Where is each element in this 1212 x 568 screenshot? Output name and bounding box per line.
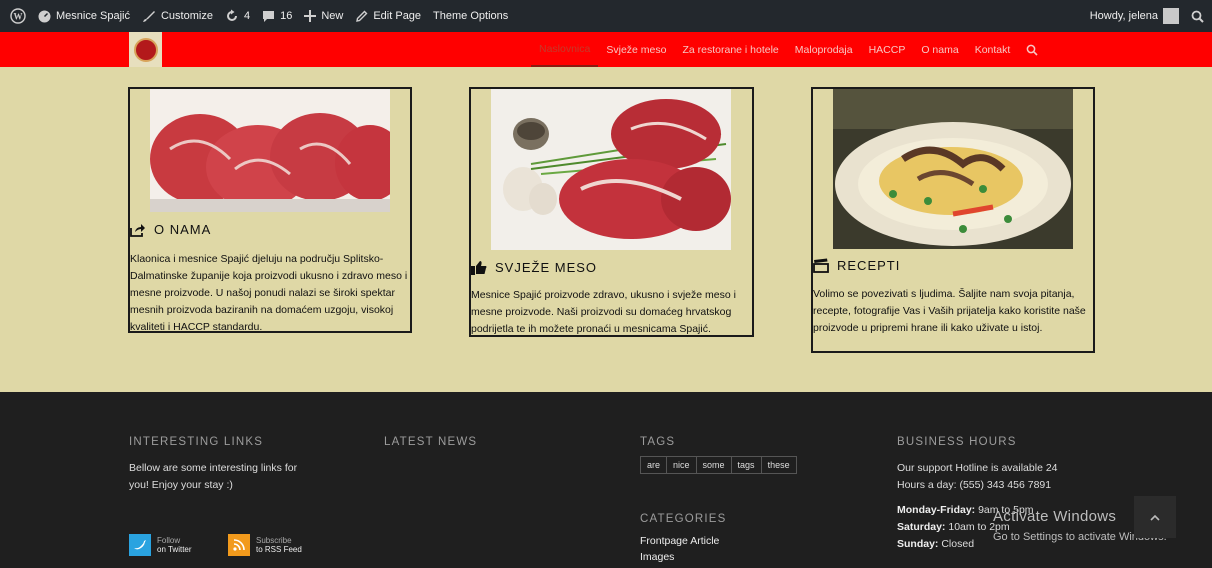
tag-link[interactable]: these — [760, 456, 797, 474]
card-title-row: O NAMA — [130, 222, 211, 237]
twitter-label-bottom: on Twitter — [157, 545, 192, 554]
card-title: RECEPTI — [837, 258, 901, 273]
hours-label: Saturday: — [897, 521, 946, 533]
footer-interesting-text: Bellow are some interesting links for yo… — [129, 462, 298, 491]
tag-link[interactable]: are — [640, 456, 668, 474]
rss-label-top: Subscribe — [256, 536, 292, 545]
main-nav: Naslovnica Svježe meso Za restorane i ho… — [531, 32, 1046, 67]
twitter-follow-link[interactable]: Follow on Twitter — [129, 534, 192, 556]
footer: INTERESTING LINKS Bellow are some intere… — [0, 392, 1212, 568]
card-o-nama: O NAMA Klaonica i mesnice Spajić djeluju… — [128, 87, 412, 333]
footer-heading: BUSINESS HOURS — [897, 436, 1017, 448]
card-recepti: RECEPTI Volimo se povezivati s ljudima. … — [811, 87, 1095, 353]
site-logo[interactable] — [129, 32, 162, 67]
card-title-row: RECEPTI — [813, 258, 900, 273]
recipe-dish-image — [833, 89, 1073, 249]
footer-heading: LATEST NEWS — [384, 436, 478, 448]
fresh-meat-image — [491, 89, 731, 250]
footer-heading: CATEGORIES — [640, 513, 727, 525]
category-link[interactable]: Images — [640, 549, 727, 565]
clapperboard-icon — [813, 258, 829, 273]
comment-icon — [263, 10, 275, 22]
nav-item-maloprodaja[interactable]: Maloprodaja — [787, 32, 861, 67]
pencil-icon — [356, 10, 368, 22]
dashboard-icon — [38, 10, 51, 22]
tag-link[interactable]: some — [695, 456, 732, 474]
account-menu[interactable]: Howdy, jelena — [1084, 0, 1185, 32]
howdy-label: Howdy, jelena — [1089, 10, 1158, 22]
brush-icon — [142, 11, 155, 22]
nav-item-naslovnica[interactable]: Naslovnica — [531, 32, 599, 67]
hotline-text: Our support Hotline is available 24 Hour… — [897, 462, 1058, 491]
comments-button[interactable]: 16 — [256, 0, 298, 32]
card-title: O NAMA — [154, 222, 212, 237]
card-title: SVJEŽE MESO — [495, 260, 598, 275]
admin-bar: W Mesnice Spajić Customize 4 16 New Edit… — [0, 0, 1212, 32]
edit-page-label: Edit Page — [373, 10, 422, 22]
admin-search-icon[interactable] — [1185, 0, 1212, 32]
card-text: Klaonica i mesnice Spajić djeluju na pod… — [130, 253, 408, 333]
footer-heading: INTERESTING LINKS — [129, 436, 264, 448]
edit-page-button[interactable]: Edit Page — [349, 0, 427, 32]
updates-button[interactable]: 4 — [219, 0, 256, 32]
share-arrow-icon — [130, 223, 145, 237]
content-area: O NAMA Klaonica i mesnice Spajić djeluju… — [0, 67, 1212, 392]
card-svjeze-meso: SVJEŽE MESO Mesnice Spajić proizvode zdr… — [469, 87, 754, 337]
hours-value: Closed — [941, 538, 975, 550]
refresh-icon — [226, 9, 237, 21]
theme-options-label: Theme Options — [433, 10, 509, 22]
rss-subscribe-link[interactable]: Subscribe to RSS Feed — [228, 534, 302, 556]
nav-item-kontakt[interactable]: Kontakt — [967, 32, 1019, 67]
footer-interesting-links: INTERESTING LINKS Bellow are some intere… — [129, 436, 329, 494]
site-name-menu[interactable]: Mesnice Spajić — [32, 0, 136, 32]
footer-heading: TAGS — [640, 436, 676, 448]
footer-latest-news: LATEST NEWS — [384, 436, 477, 448]
site-name: Mesnice Spajić — [56, 10, 130, 22]
customize-label: Customize — [160, 10, 213, 22]
tag-link[interactable]: tags — [730, 456, 762, 474]
rss-label-bottom: to RSS Feed — [256, 545, 302, 554]
twitter-label-top: Follow — [157, 536, 181, 545]
avatar — [1163, 8, 1179, 24]
thumbs-up-icon — [471, 261, 487, 275]
hours-label: Sunday: — [897, 538, 939, 550]
footer-categories: CATEGORIES Frontpage Article Images — [640, 513, 727, 565]
rss-icon — [228, 534, 250, 556]
tag-link[interactable]: nice — [666, 456, 697, 474]
card-text: Volimo se povezivati s ljudima. Šaljite … — [813, 288, 1086, 334]
customize-button[interactable]: Customize — [136, 0, 219, 32]
nav-search-icon[interactable] — [1018, 32, 1046, 67]
scroll-to-top-button[interactable] — [1134, 496, 1176, 538]
nav-item-o-nama[interactable]: O nama — [913, 32, 966, 67]
card-text: Mesnice Spajić proizvode zdravo, ukusno … — [471, 289, 736, 335]
chevron-up-icon — [1150, 514, 1160, 521]
wordpress-logo-icon[interactable]: W — [0, 0, 32, 32]
tag-cloud: are nice some tags these — [640, 456, 797, 474]
theme-options-button[interactable]: Theme Options — [427, 0, 514, 32]
raw-steaks-image — [150, 89, 390, 212]
comments-count: 16 — [280, 10, 293, 22]
nav-item-za-restorane[interactable]: Za restorane i hotele — [674, 32, 786, 67]
plus-icon — [304, 10, 317, 22]
card-title-row: SVJEŽE MESO — [471, 260, 597, 275]
twitter-icon — [129, 534, 151, 556]
new-label: New — [321, 10, 344, 22]
category-link[interactable]: Frontpage Article — [640, 533, 727, 549]
new-content-button[interactable]: New — [298, 0, 349, 32]
footer-tags: TAGS are nice some tags these — [640, 436, 797, 474]
hours-label: Monday-Friday: — [897, 504, 976, 516]
updates-count: 4 — [243, 10, 251, 22]
nav-item-haccp[interactable]: HACCP — [861, 32, 914, 67]
svg-text:W: W — [14, 12, 23, 22]
nav-item-svjeze-meso[interactable]: Svježe meso — [598, 32, 674, 67]
site-header: Naslovnica Svježe meso Za restorane i ho… — [0, 32, 1212, 67]
